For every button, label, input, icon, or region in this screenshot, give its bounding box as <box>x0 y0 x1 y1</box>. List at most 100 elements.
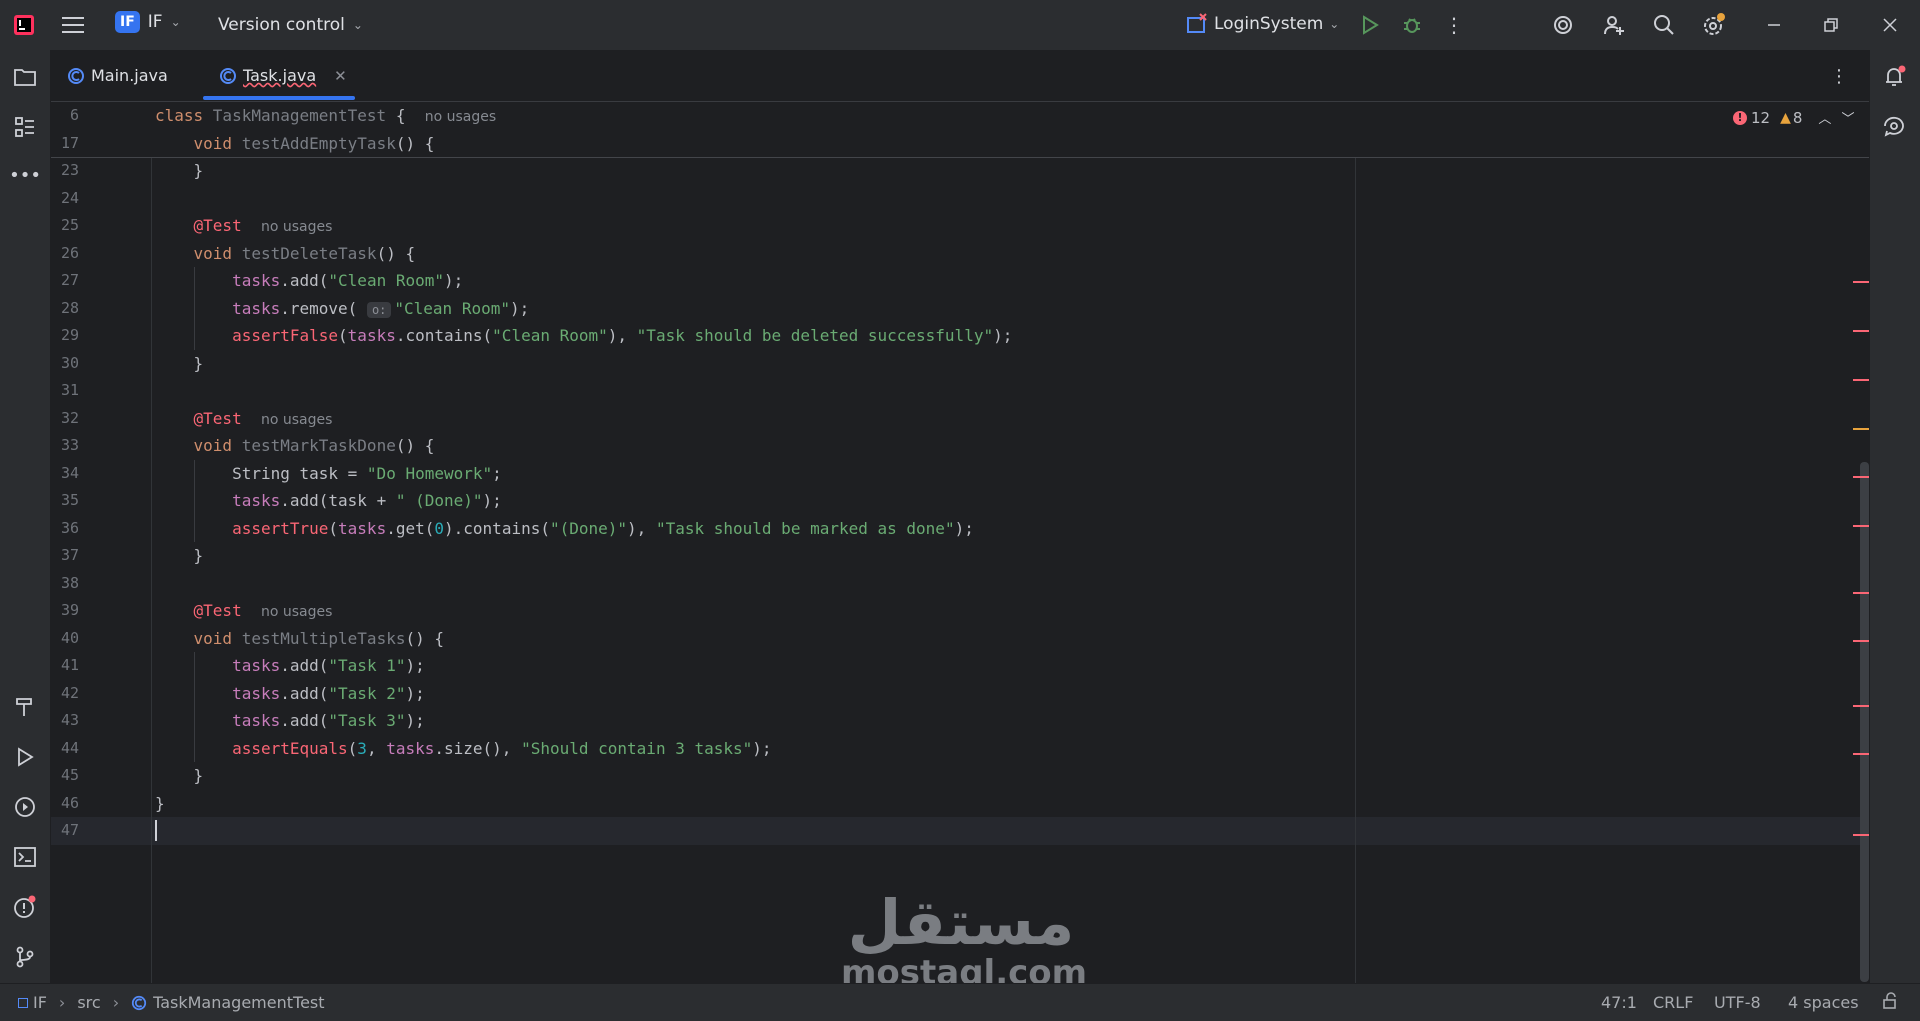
line-number[interactable]: 24 <box>51 185 79 213</box>
error-marker[interactable] <box>1853 753 1869 755</box>
code-line[interactable]: 6 class TaskManagementTest { no usages <box>51 102 1869 130</box>
error-marker[interactable] <box>1853 330 1869 332</box>
close-window-icon[interactable] <box>1878 13 1902 37</box>
line-number[interactable]: 43 <box>51 707 79 735</box>
file-encoding[interactable]: UTF-8 <box>1714 993 1761 1012</box>
code-line[interactable]: 27 tasks.add("Clean Room"); <box>51 267 1869 295</box>
code-line[interactable]: 42 tasks.add("Task 2"); <box>51 679 1869 708</box>
restore-icon[interactable] <box>1819 13 1843 37</box>
error-marker[interactable] <box>1853 476 1869 478</box>
code-line[interactable]: 29 assertFalse(tasks.contains("Clean Roo… <box>51 322 1869 350</box>
git-branch-icon[interactable] <box>13 945 37 969</box>
code-line[interactable]: 47 <box>51 817 1869 845</box>
run-config-selector[interactable]: LoginSystem ⌄ <box>1186 13 1339 35</box>
code-line[interactable]: 34 String task = "Do Homework"; <box>51 459 1869 488</box>
code-line[interactable]: 28 tasks.remove( o: "Clean Room"); <box>51 294 1869 322</box>
structure-icon[interactable] <box>13 115 37 139</box>
code-line[interactable]: 24 <box>51 185 1869 213</box>
error-marker[interactable] <box>1853 834 1869 836</box>
line-number[interactable]: 37 <box>51 542 79 570</box>
previous-highlight-icon[interactable]: ︿ <box>1818 108 1831 127</box>
main-menu-icon[interactable] <box>60 13 86 37</box>
code-editor[interactable]: 6 class TaskManagementTest { no usages 17 … <box>51 102 1869 983</box>
error-marker[interactable] <box>1853 281 1869 283</box>
error-marker[interactable] <box>1853 705 1869 707</box>
terminal-icon[interactable] <box>13 845 37 869</box>
code-line[interactable]: 32 @Test no usages <box>51 405 1869 433</box>
minimize-icon[interactable] <box>1762 13 1786 37</box>
run-icon[interactable] <box>1358 13 1382 37</box>
line-number[interactable]: 33 <box>51 432 79 460</box>
debug-icon[interactable] <box>1400 13 1424 37</box>
add-user-icon[interactable] <box>1602 13 1626 37</box>
ai-assistant-icon[interactable] <box>1551 13 1575 37</box>
scrollbar-thumb[interactable] <box>1860 462 1869 982</box>
code-line[interactable]: 26 void testDeleteTask() { <box>51 240 1869 268</box>
breadcrumb-src[interactable]: src <box>77 993 100 1012</box>
close-tab-icon[interactable]: ✕ <box>334 67 347 85</box>
line-number[interactable]: 17 <box>51 130 79 158</box>
line-number[interactable]: 38 <box>51 570 79 598</box>
read-only-lock-icon[interactable] <box>1882 992 1902 1012</box>
intellij-logo-icon[interactable] <box>12 13 36 37</box>
line-number[interactable]: 40 <box>51 625 79 653</box>
line-number[interactable]: 34 <box>51 460 79 488</box>
error-marker[interactable] <box>1853 525 1869 527</box>
caret-position[interactable]: 47:1 <box>1601 993 1637 1012</box>
code-line[interactable]: 38 <box>51 570 1869 598</box>
line-number[interactable]: 25 <box>51 212 79 240</box>
error-marker[interactable] <box>1853 379 1869 381</box>
line-number[interactable]: 35 <box>51 487 79 515</box>
code-line[interactable]: 25 @Test no usages <box>51 212 1869 240</box>
error-marker[interactable] <box>1853 640 1869 642</box>
version-control-menu[interactable]: Version control ⌄ <box>218 15 363 35</box>
code-line[interactable]: 31 <box>51 377 1869 405</box>
tab-task-java[interactable]: Task.java ✕ <box>219 50 347 101</box>
line-number[interactable]: 31 <box>51 377 79 405</box>
line-number[interactable]: 23 <box>51 157 79 185</box>
code-line[interactable]: 33 void testMarkTaskDone() { <box>51 432 1869 460</box>
code-line[interactable]: 43 tasks.add("Task 3"); <box>51 707 1869 735</box>
project-selector[interactable]: IF IF ⌄ <box>115 11 181 33</box>
code-line[interactable]: 46} <box>51 790 1869 818</box>
more-actions-icon[interactable]: ⋮ <box>1444 13 1464 37</box>
tab-main-java[interactable]: Main.java <box>67 50 168 101</box>
line-number[interactable]: 45 <box>51 762 79 790</box>
code-line[interactable]: 40 void testMultipleTasks() { <box>51 625 1869 653</box>
breadcrumb-class[interactable]: TaskManagementTest <box>153 993 324 1012</box>
line-number[interactable]: 27 <box>51 267 79 295</box>
code-line[interactable]: 23 } <box>51 157 1869 185</box>
project-folder-icon[interactable] <box>13 65 37 89</box>
run-tool-icon[interactable] <box>13 745 37 769</box>
indent-setting[interactable]: 4 spaces <box>1788 993 1859 1012</box>
code-line[interactable]: 17 void testAddEmptyTask() { <box>51 130 1869 158</box>
line-number[interactable]: 30 <box>51 350 79 378</box>
line-number[interactable]: 36 <box>51 515 79 543</box>
breadcrumb-project[interactable]: IF <box>33 993 47 1012</box>
code-line[interactable]: 36 assertTrue(tasks.get(0).contains("(Do… <box>51 514 1869 543</box>
line-number[interactable]: 42 <box>51 680 79 708</box>
line-number[interactable]: 39 <box>51 597 79 625</box>
search-icon[interactable] <box>1652 13 1676 37</box>
code-line[interactable]: 39 @Test no usages <box>51 597 1869 625</box>
tab-options-icon[interactable]: ⋮ <box>1829 64 1849 88</box>
code-line[interactable]: 45 } <box>51 762 1869 790</box>
build-hammer-icon[interactable] <box>13 695 37 719</box>
more-tools-icon[interactable]: ••• <box>9 163 41 187</box>
line-number[interactable]: 29 <box>51 322 79 350</box>
line-separator[interactable]: CRLF <box>1653 993 1693 1012</box>
line-number[interactable]: 41 <box>51 652 79 680</box>
line-number[interactable]: 26 <box>51 240 79 268</box>
line-number[interactable]: 46 <box>51 790 79 818</box>
code-line[interactable]: 44 assertEquals(3, tasks.size(), "Should… <box>51 734 1869 762</box>
problems-icon[interactable] <box>13 895 37 919</box>
line-number[interactable]: 47 <box>51 817 79 845</box>
code-line[interactable]: 41 tasks.add("Task 1"); <box>51 652 1869 680</box>
code-line[interactable]: 35 tasks.add(task + " (Done)"); <box>51 487 1869 515</box>
next-highlight-icon[interactable]: ﹀ <box>1841 108 1854 127</box>
notifications-bell-icon[interactable] <box>1883 65 1907 89</box>
line-number[interactable]: 32 <box>51 405 79 433</box>
code-line[interactable]: 37 } <box>51 542 1869 570</box>
line-number[interactable]: 6 <box>51 102 79 130</box>
services-icon[interactable] <box>13 795 37 819</box>
